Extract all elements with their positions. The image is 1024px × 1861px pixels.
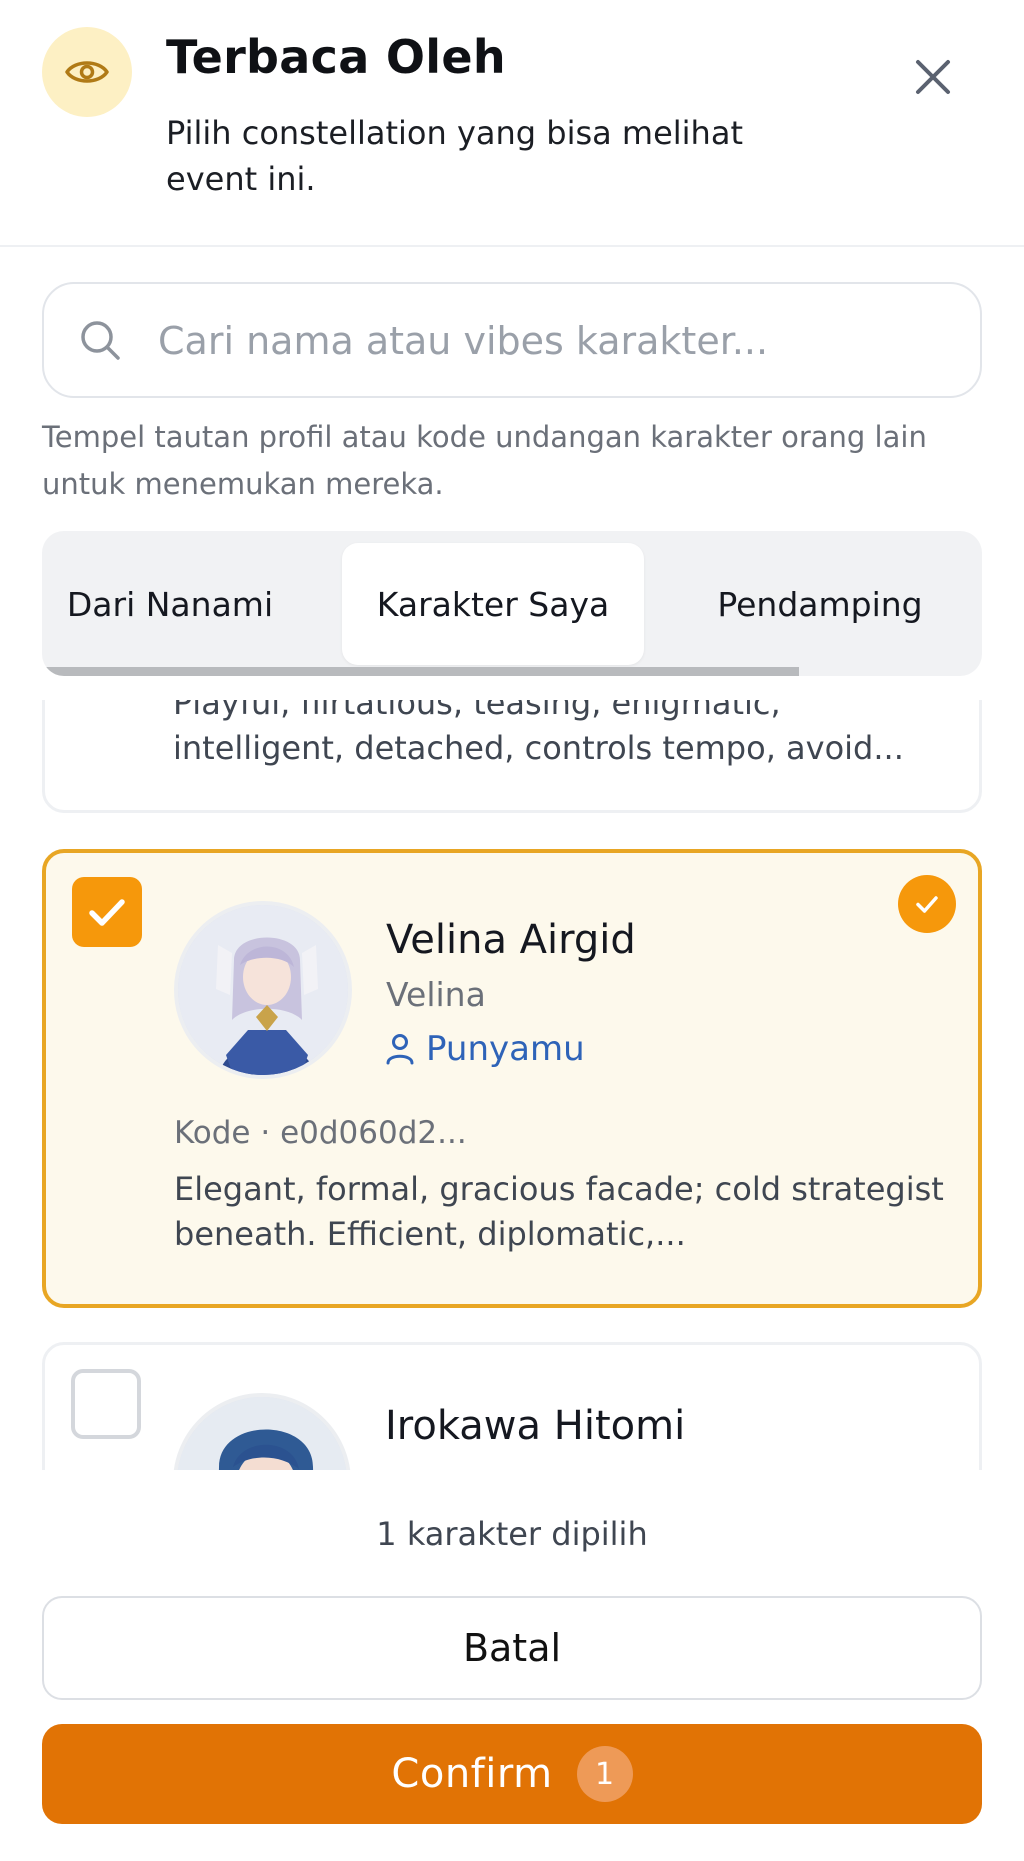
character-checkbox[interactable]	[72, 877, 142, 947]
tab-scrollbar[interactable]	[42, 667, 799, 676]
character-name: Velina Airgid	[386, 917, 636, 963]
character-checkbox[interactable]	[71, 1369, 141, 1439]
selected-count: 1 karakter dipilih	[376, 1515, 648, 1553]
owner-label: Punyamu	[426, 1029, 585, 1069]
close-icon	[916, 60, 950, 94]
confirm-label: Confirm	[391, 1751, 553, 1797]
confirm-button[interactable]: Confirm 1	[42, 1724, 982, 1824]
character-code: Kode · e0d060d2...	[174, 1115, 467, 1151]
user-icon	[386, 1034, 414, 1065]
character-card[interactable]: Irokawa Hitomi	[42, 1342, 982, 1470]
close-button[interactable]	[900, 44, 966, 110]
dialog-subtitle: Pilih constellation yang bisa melihat ev…	[166, 114, 743, 198]
tab-karakter-saya[interactable]: Karakter Saya	[342, 543, 644, 665]
tab-bar: Dari Nanami Karakter Saya Pendamping	[42, 531, 982, 676]
character-card-selected[interactable]: Velina Airgid Velina Punyamu Kode · e0d0…	[42, 849, 982, 1308]
dialog-header: Terbaca Oleh Pilih constellation yang bi…	[0, 0, 1024, 247]
dialog-title: Terbaca Oleh	[166, 30, 506, 84]
character-name: Irokawa Hitomi	[385, 1403, 686, 1449]
tab-dari-nanami[interactable]: Dari Nanami	[42, 543, 298, 665]
search-icon	[81, 321, 120, 360]
visibility-dialog: Terbaca Oleh Pilih constellation yang bi…	[0, 0, 1024, 1861]
avatar	[173, 1393, 351, 1470]
character-alias: Velina	[386, 975, 486, 1014]
cancel-button[interactable]: Batal	[42, 1596, 982, 1700]
avatar	[174, 901, 352, 1079]
eye-icon	[42, 27, 132, 117]
character-card[interactable]: Playful, flirtatious, teasing, enigmatic…	[42, 700, 982, 813]
search-hint: Tempel tautan profil atau kode undangan …	[42, 420, 927, 501]
selected-check-icon	[898, 875, 956, 933]
search-box	[42, 282, 982, 398]
character-list[interactable]: Playful, flirtatious, teasing, enigmatic…	[0, 700, 1024, 1470]
character-description: Elegant, formal, gracious facade; cold s…	[174, 1170, 944, 1253]
tab-pendamping[interactable]: Pendamping	[682, 543, 958, 665]
search-input[interactable]	[156, 304, 956, 378]
character-description: Playful, flirtatious, teasing, enigmatic…	[173, 700, 904, 767]
check-icon	[89, 899, 125, 926]
owner-link[interactable]: Punyamu	[386, 1029, 585, 1069]
confirm-count-badge: 1	[576, 1746, 633, 1802]
